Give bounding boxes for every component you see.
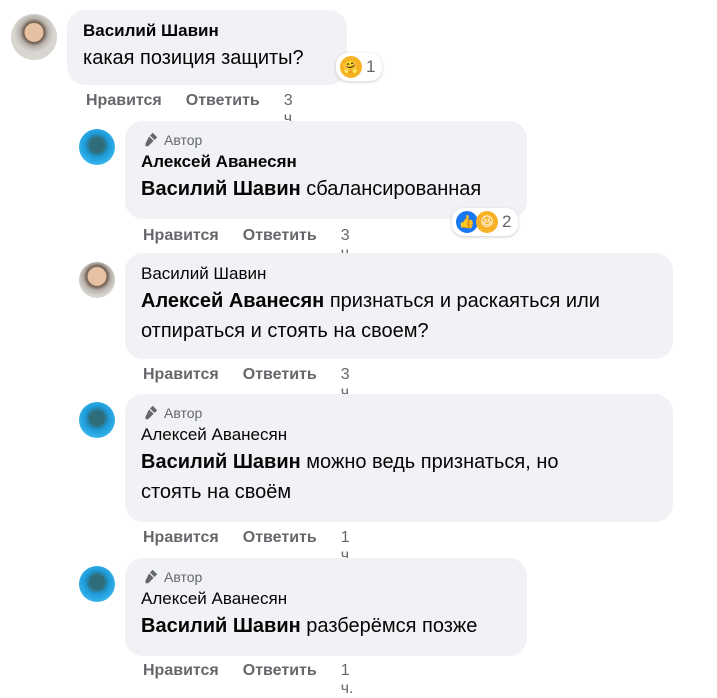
comment-author[interactable]: Алексей Аванесян bbox=[141, 423, 659, 447]
mention-link[interactable]: Алексей Аванесян bbox=[141, 290, 324, 312]
care-reaction-icon: 🤗 bbox=[340, 56, 362, 78]
comment-bubble: Василий Шавин какая позиция защиты? bbox=[67, 10, 347, 85]
avatar[interactable] bbox=[79, 566, 115, 602]
reply-button[interactable]: Ответить bbox=[186, 92, 260, 110]
mention-link[interactable]: Василий Шавин bbox=[141, 451, 301, 473]
reaction-summary[interactable]: 👍 😆 2 bbox=[452, 208, 519, 236]
comment-time[interactable]: 1 ч. bbox=[341, 662, 354, 698]
reply-button[interactable]: Ответить bbox=[243, 227, 317, 245]
comment-author[interactable]: Алексей Аванесян bbox=[141, 150, 513, 174]
comment-bubble: Василий Шавин Алексей Аванесян признатьс… bbox=[125, 253, 673, 359]
comment-text: Василий Шавин можно ведь признаться, но … bbox=[141, 451, 559, 503]
comment-text: Василий Шавин разберёмся позже bbox=[141, 615, 478, 637]
comment-text: какая позиция защиты? bbox=[83, 47, 304, 69]
avatar[interactable] bbox=[79, 402, 115, 438]
mention-link[interactable]: Василий Шавин bbox=[141, 178, 301, 200]
reply-button[interactable]: Ответить bbox=[243, 366, 317, 384]
comment-author[interactable]: Василий Шавин bbox=[141, 262, 659, 286]
comment-bubble: Автор Алексей Аванесян Василий Шавин сба… bbox=[125, 121, 527, 219]
like-button[interactable]: Нравится bbox=[143, 366, 219, 384]
like-button[interactable]: Нравится bbox=[86, 92, 162, 110]
microphone-icon bbox=[145, 405, 158, 420]
reaction-count: 2 bbox=[502, 212, 512, 231]
comment-author[interactable]: Василий Шавин bbox=[83, 19, 333, 43]
comment-author[interactable]: Алексей Аванесян bbox=[141, 587, 513, 611]
comment-bubble: Автор Алексей Аванесян Василий Шавин раз… bbox=[125, 558, 527, 656]
like-button[interactable]: Нравится bbox=[143, 227, 219, 245]
avatar[interactable] bbox=[11, 14, 57, 60]
author-badge: Автор bbox=[141, 403, 659, 423]
like-reaction-icon: 👍 bbox=[456, 211, 478, 233]
mention-link[interactable]: Василий Шавин bbox=[141, 615, 301, 637]
reply-button[interactable]: Ответить bbox=[243, 662, 317, 680]
comment-text: Алексей Аванесян признаться и раскаяться… bbox=[141, 290, 600, 342]
like-button[interactable]: Нравится bbox=[143, 529, 219, 547]
comment-actions: Нравится Ответить 1 ч. bbox=[143, 662, 353, 698]
microphone-icon bbox=[145, 569, 158, 584]
avatar[interactable] bbox=[79, 129, 115, 165]
author-badge: Автор bbox=[141, 567, 513, 587]
reaction-count: 1 bbox=[366, 57, 376, 76]
haha-reaction-icon: 😆 bbox=[476, 211, 498, 233]
like-button[interactable]: Нравится bbox=[143, 662, 219, 680]
avatar[interactable] bbox=[79, 262, 115, 298]
reply-button[interactable]: Ответить bbox=[243, 529, 317, 547]
comment-text: Василий Шавин сбалансированная bbox=[141, 178, 482, 200]
microphone-icon bbox=[145, 132, 158, 147]
comment-bubble: Автор Алексей Аванесян Василий Шавин мож… bbox=[125, 394, 673, 522]
author-badge: Автор bbox=[141, 130, 513, 150]
reaction-summary[interactable]: 🤗 1 bbox=[336, 53, 383, 81]
